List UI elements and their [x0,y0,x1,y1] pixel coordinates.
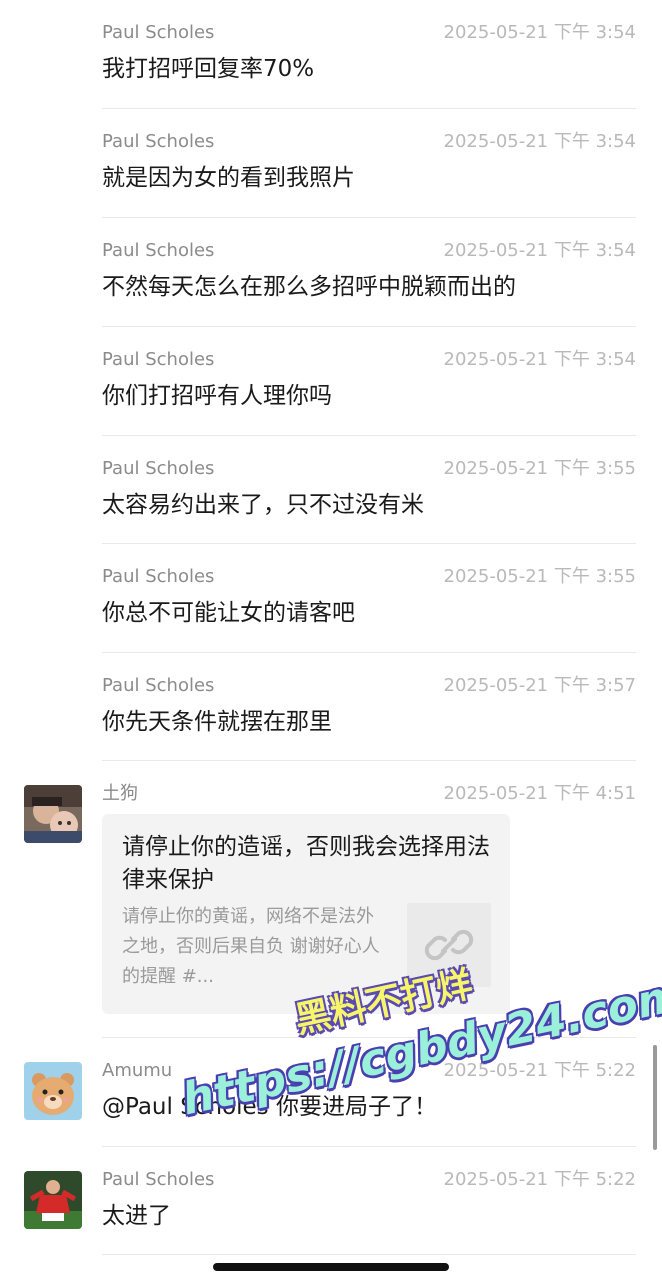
sender-name: Paul Scholes [102,349,215,370]
message-timestamp: 2025-05-21 下午 3:54 [443,349,636,370]
link-icon [424,929,474,961]
home-indicator[interactable] [213,1263,449,1271]
message-text: 太容易约出来了，只不过没有米 [102,492,424,518]
message-timestamp: 2025-05-21 下午 3:54 [443,22,636,43]
sender-name: Paul Scholes [102,566,215,587]
sender-name: Paul Scholes [102,22,215,43]
link-card-thumbnail [407,903,491,987]
message-row[interactable]: Paul Scholes 2025-05-21 下午 3:54 就是因为女的看到… [102,108,636,217]
message-timestamp: 2025-05-21 下午 3:55 [443,458,636,479]
sender-name: Amumu [102,1060,173,1081]
link-card-description: 请停止你的黄谣，网络不是法外之地，否则后果自负 谢谢好心人的提醒 #... [122,906,380,987]
scrollbar[interactable] [653,1045,657,1150]
message-text: 你先天条件就摆在那里 [102,709,332,735]
message-timestamp: 2025-05-21 下午 3:54 [443,240,636,261]
message-timestamp: 2025-05-21 下午 5:22 [443,1169,636,1190]
sender-name: 土狗 [102,783,138,804]
message-row[interactable]: Paul Scholes 2025-05-21 下午 5:22 太进了 [24,1146,636,1255]
message-timestamp: 2025-05-21 下午 3:54 [443,131,636,152]
avatar[interactable] [24,1171,82,1229]
sender-name: Paul Scholes [102,131,215,152]
avatar[interactable] [24,785,82,843]
link-card-title: 请停止你的造谣，否则我会选择用法律来保护 [122,834,490,893]
avatar[interactable] [24,1062,82,1120]
message-row[interactable]: 土狗 2025-05-21 下午 4:51 请停止你的造谣，否则我会选择用法律来… [24,760,636,1037]
message-row[interactable]: Paul Scholes 2025-05-21 下午 3:54 我打招呼回复率7… [102,0,636,108]
sender-name: Paul Scholes [102,675,215,696]
message-row[interactable]: Paul Scholes 2025-05-21 下午 3:54 你们打招呼有人理… [102,326,636,435]
message-row[interactable]: Paul Scholes 2025-05-21 下午 3:55 太容易约出来了，… [102,435,636,544]
message-timestamp: 2025-05-21 下午 4:51 [443,783,636,804]
message-text: 就是因为女的看到我照片 [102,165,355,191]
message-row[interactable]: Amumu 2025-05-21 下午 5:22 @Paul Scholes 你… [24,1037,636,1146]
message-row[interactable]: Paul Scholes 2025-05-21 下午 3:54 不然每天怎么在那… [102,217,636,326]
message-text: 太进了 [102,1203,171,1229]
message-text: @Paul Scholes 你要进局子了！ [102,1094,437,1120]
message-text: 我打招呼回复率70% [102,56,315,82]
sender-name: Paul Scholes [102,240,215,261]
message-timestamp: 2025-05-21 下午 3:57 [443,675,636,696]
sender-name: Paul Scholes [102,1169,215,1190]
message-text: 你总不可能让女的请客吧 [102,600,355,626]
message-row[interactable]: Paul Scholes 2025-05-21 下午 3:57 你先天条件就摆在… [102,652,636,761]
message-text: 不然每天怎么在那么多招呼中脱颖而出的 [102,274,516,300]
message-text: 你们打招呼有人理你吗 [102,383,332,409]
link-card[interactable]: 请停止你的造谣，否则我会选择用法律来保护 请停止你的黄谣，网络不是法外之地，否则… [102,814,510,1014]
sender-name: Paul Scholes [102,458,215,479]
message-timestamp: 2025-05-21 下午 3:55 [443,566,636,587]
message-row[interactable]: Paul Scholes 2025-05-21 下午 3:55 你总不可能让女的… [102,543,636,652]
message-timestamp: 2025-05-21 下午 5:22 [443,1060,636,1081]
